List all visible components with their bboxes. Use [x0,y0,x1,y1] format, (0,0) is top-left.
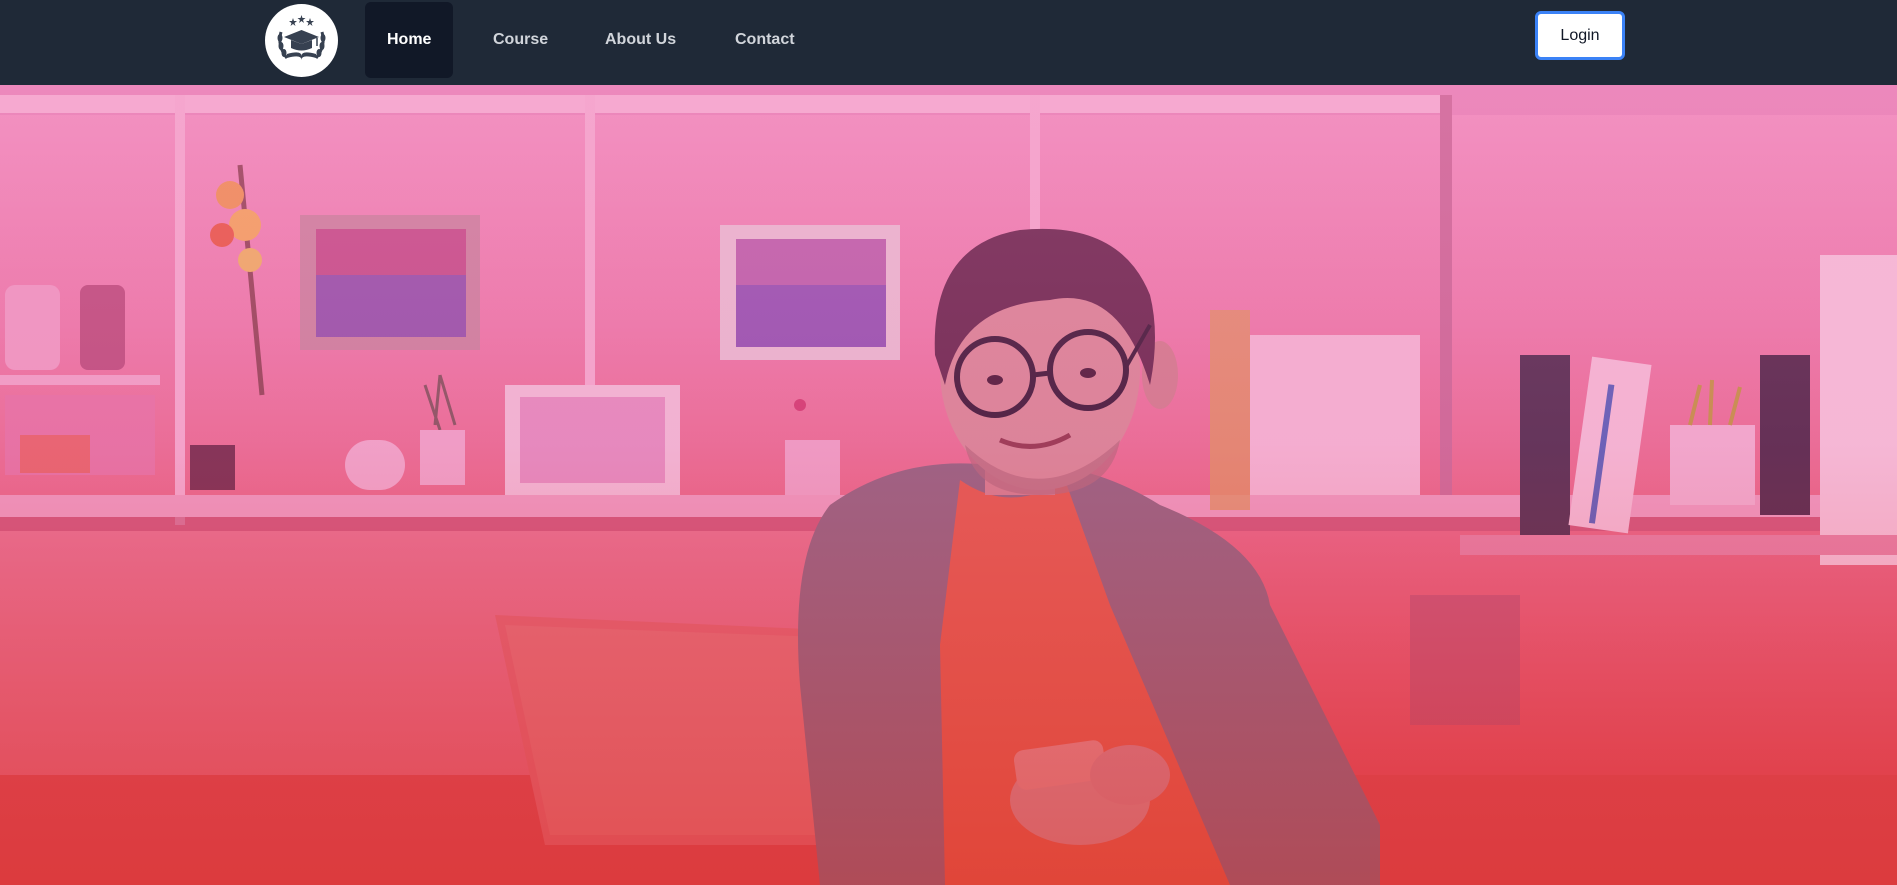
hero-banner [0,85,1897,885]
nav-link-course[interactable]: Course [471,2,570,78]
nav-link-home[interactable]: Home [365,2,454,78]
nav-link-about-us[interactable]: About Us [583,2,698,78]
logo-graduation-cap-icon[interactable] [265,4,338,77]
hero-gradient-overlay [0,85,1897,885]
login-button[interactable]: Login [1535,11,1625,60]
top-navbar: Home Course About Us Contact Login [0,0,1897,85]
nav-link-contact[interactable]: Contact [713,2,817,78]
